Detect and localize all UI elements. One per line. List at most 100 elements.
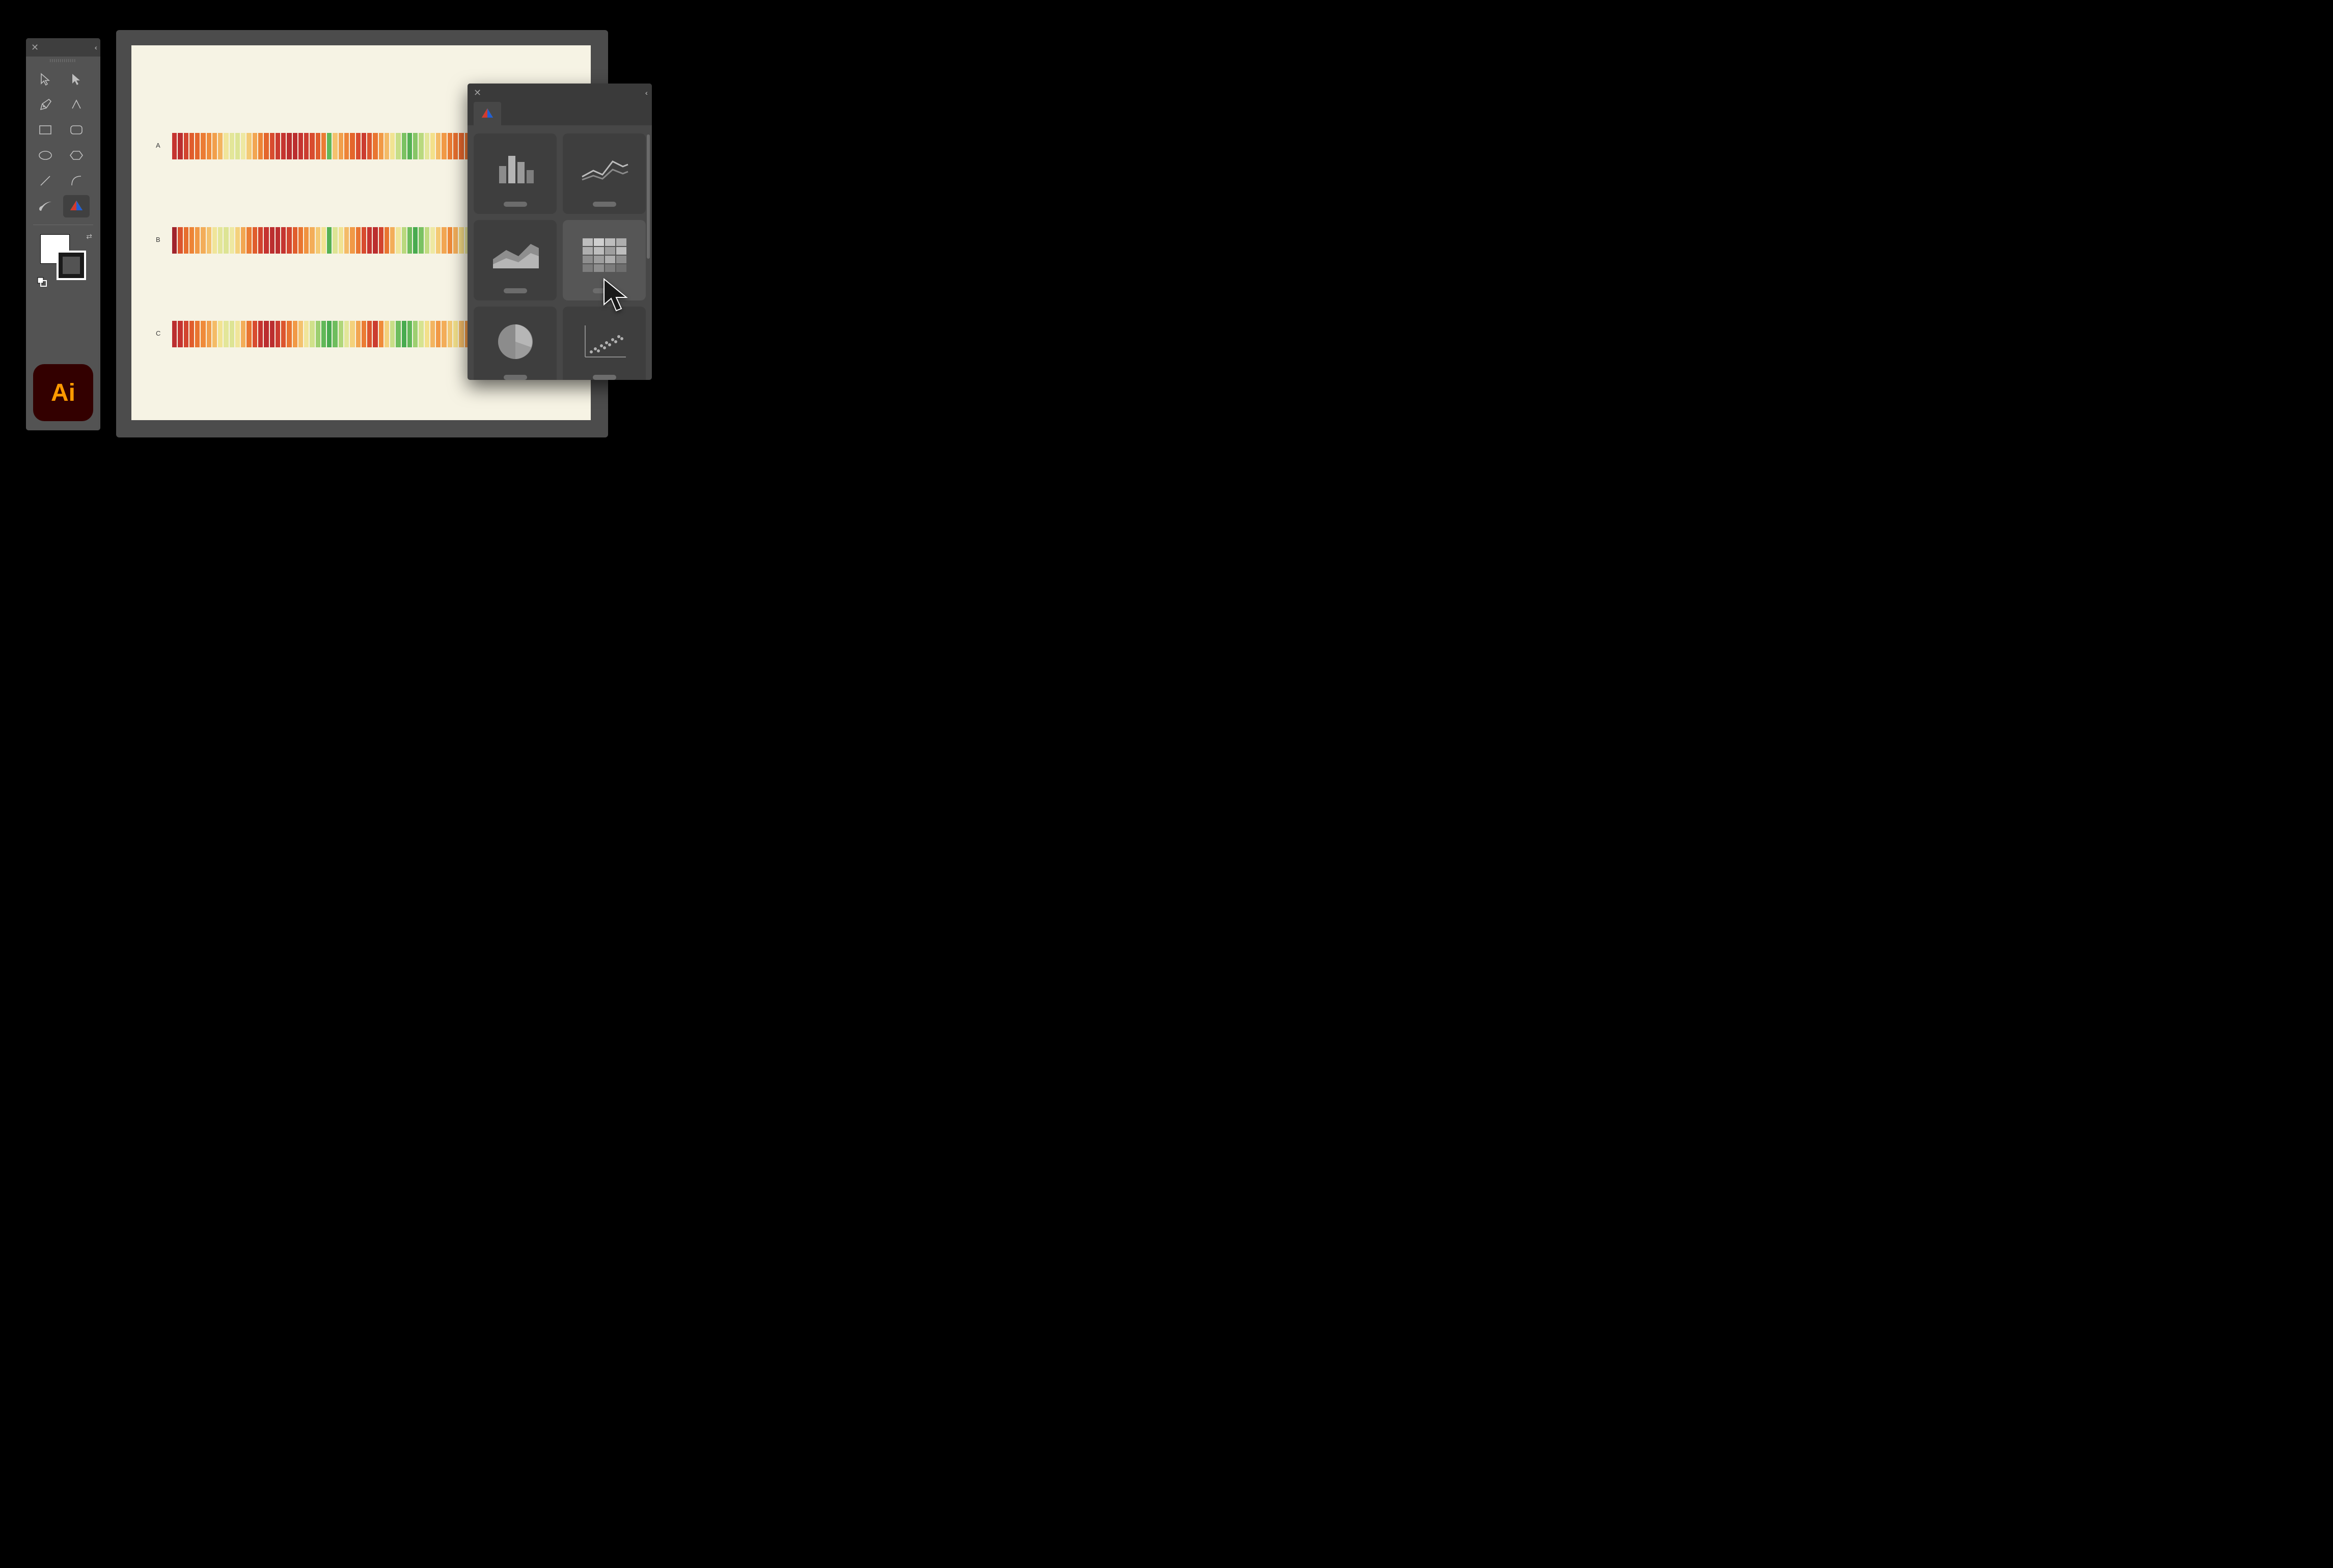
heatmap-cell xyxy=(390,321,395,347)
heatmap-cell xyxy=(178,321,182,347)
heatmap-cell xyxy=(195,133,200,159)
heatmap-cell xyxy=(419,321,423,347)
heatmap-row-a[interactable] xyxy=(172,133,471,159)
heatmap-cell xyxy=(425,227,429,254)
chart-chooser-header[interactable]: ✕ ‹‹ xyxy=(468,84,652,102)
stage: ✕ ‹‹ xyxy=(0,0,679,466)
heatmap-cell xyxy=(195,321,200,347)
heatmap-cell xyxy=(459,321,463,347)
heatmap-cell xyxy=(407,227,412,254)
heatmap-cell xyxy=(270,321,275,347)
rectangle-tool[interactable] xyxy=(32,119,59,141)
chart-type-caption xyxy=(504,375,527,380)
pen-icon xyxy=(38,97,53,112)
heatmap-cell xyxy=(246,133,251,159)
direct-selection-tool[interactable] xyxy=(63,68,90,90)
heatmap-cell xyxy=(316,321,320,347)
heatmap-cell xyxy=(362,321,366,347)
heatmap-cell xyxy=(241,133,245,159)
heatmap-cell xyxy=(413,133,418,159)
ellipse-tool[interactable] xyxy=(32,144,59,167)
heatmap-cell xyxy=(379,133,383,159)
heatmap-cell xyxy=(402,227,406,254)
heatmap-cell xyxy=(241,321,245,347)
heatmap-cell xyxy=(385,321,389,347)
heatmap-cell xyxy=(396,227,400,254)
heatmap-cell xyxy=(270,227,275,254)
heatmap-cell xyxy=(379,227,383,254)
heatmap-cell xyxy=(246,227,251,254)
stroke-swatch[interactable] xyxy=(57,251,86,280)
heatmap-cell xyxy=(339,321,343,347)
heatmap-cell xyxy=(367,227,372,254)
close-icon[interactable]: ✕ xyxy=(474,88,481,98)
heatmap-cell xyxy=(212,133,217,159)
heatmap-cell xyxy=(298,321,303,347)
chart-type-bar[interactable] xyxy=(474,133,557,214)
heatmap-cell xyxy=(178,227,182,254)
heatmap-cell xyxy=(373,227,377,254)
heatmap-cell xyxy=(287,133,291,159)
heatmap-cell xyxy=(246,321,251,347)
heatmap-cell xyxy=(218,227,223,254)
tools-grid xyxy=(26,65,100,222)
rounded-rectangle-tool[interactable] xyxy=(63,119,90,141)
heatmap-cell xyxy=(316,133,320,159)
heatmap-cell xyxy=(310,321,314,347)
heatmap-cell xyxy=(339,227,343,254)
chart-type-scatter[interactable] xyxy=(563,307,646,380)
rounded-rectangle-icon xyxy=(69,123,84,136)
datylon-plugin-tool[interactable] xyxy=(63,195,90,217)
heatmap-cell xyxy=(436,227,441,254)
scrollbar[interactable] xyxy=(647,134,650,259)
heatmap-cell xyxy=(178,133,182,159)
collapse-icon[interactable]: ‹‹ xyxy=(645,89,646,97)
line-segment-tool[interactable] xyxy=(32,170,59,192)
heatmap-cell xyxy=(172,133,177,159)
chart-type-heatmap[interactable] xyxy=(563,220,646,300)
chart-type-pie[interactable] xyxy=(474,307,557,380)
grip-handle[interactable] xyxy=(26,57,100,65)
heatmap-cell xyxy=(207,321,211,347)
heatmap-cell xyxy=(184,227,188,254)
tools-panel-header[interactable]: ✕ ‹‹ xyxy=(26,38,100,57)
heatmap-cell xyxy=(310,133,314,159)
heatmap-cell xyxy=(425,133,429,159)
heatmap-cell xyxy=(235,321,240,347)
heatmap-row-b[interactable] xyxy=(172,227,471,254)
arc-tool[interactable] xyxy=(63,170,90,192)
chart-type-area[interactable] xyxy=(474,220,557,300)
default-fill-stroke-icon[interactable] xyxy=(37,277,47,287)
chart-type-line[interactable] xyxy=(563,133,646,214)
heatmap-cell xyxy=(396,321,400,347)
arc-icon xyxy=(69,174,84,188)
polygon-tool[interactable] xyxy=(63,144,90,167)
heatmap-icon xyxy=(583,238,626,272)
heatmap-cell xyxy=(253,227,257,254)
heatmap-cell xyxy=(258,133,263,159)
pen-tool[interactable] xyxy=(32,93,59,116)
selection-tool[interactable] xyxy=(32,68,59,90)
row-label-b: B xyxy=(156,236,160,243)
heatmap-cell xyxy=(367,321,372,347)
heatmap-cell xyxy=(184,321,188,347)
bar-chart-icon xyxy=(495,151,536,186)
heatmap-row-c[interactable] xyxy=(172,321,471,347)
heatmap-cell xyxy=(442,133,446,159)
heatmap-cell xyxy=(293,133,297,159)
heatmap-cell xyxy=(425,321,429,347)
heatmap-cell xyxy=(344,321,349,347)
swap-fill-stroke-icon[interactable]: ⇄ xyxy=(86,232,92,241)
heatmap-cell xyxy=(304,133,309,159)
chart-chooser-panel: ✕ ‹‹ xyxy=(468,84,652,380)
line-tool[interactable] xyxy=(63,93,90,116)
heatmap-cell xyxy=(356,321,361,347)
fill-stroke-swatches[interactable]: ⇄ xyxy=(26,228,100,289)
brush-tool[interactable] xyxy=(32,195,59,217)
heatmap-cell xyxy=(224,227,228,254)
heatmap-cell xyxy=(201,133,205,159)
heatmap-cell xyxy=(430,133,435,159)
heatmap-cell xyxy=(270,133,275,159)
close-icon[interactable]: ✕ xyxy=(31,43,39,52)
chart-chooser-tab-active[interactable] xyxy=(474,102,501,125)
